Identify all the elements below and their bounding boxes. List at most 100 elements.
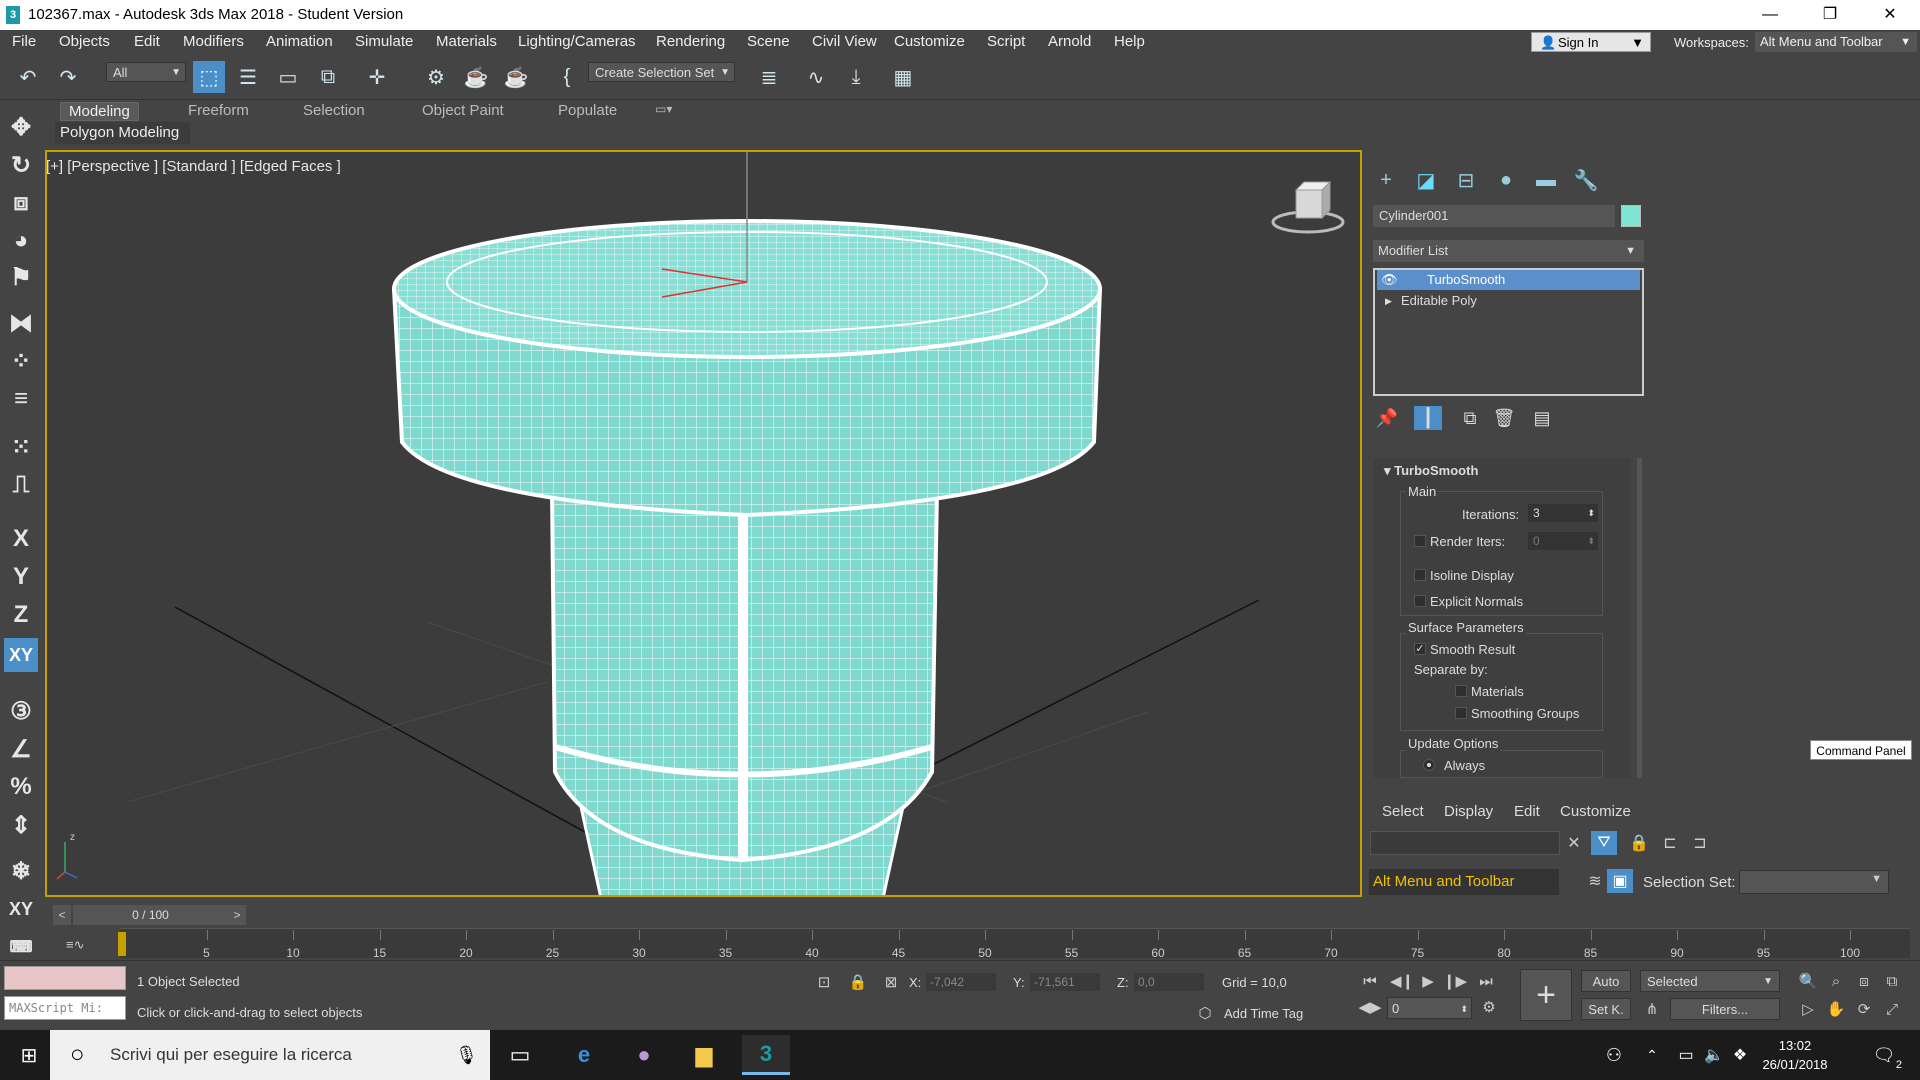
pivot-icon[interactable]: ⚑: [4, 260, 38, 294]
set-key-icon[interactable]: +: [1520, 969, 1572, 1021]
named-selection-icon[interactable]: {: [551, 61, 583, 93]
percent-snap-icon[interactable]: %: [4, 770, 38, 804]
field-of-view-icon[interactable]: ▷: [1797, 998, 1819, 1020]
smooth-result-checkbox[interactable]: ✓: [1414, 643, 1426, 655]
minimize-button[interactable]: —: [1740, 0, 1800, 30]
axis-y-button[interactable]: Y: [4, 560, 38, 594]
ribbon-options-icon[interactable]: ▭▾: [655, 102, 672, 116]
array-icon[interactable]: ⁘: [4, 344, 38, 378]
time-tag-icon[interactable]: ⬡: [1194, 1002, 1216, 1024]
menu-civil-view[interactable]: Civil View: [812, 33, 877, 50]
filter-icon[interactable]: ⛛: [1591, 831, 1617, 855]
workspaces-dropdown[interactable]: Alt Menu and Toolbar ▼: [1755, 32, 1917, 52]
select-move-icon[interactable]: ✛: [361, 61, 393, 93]
menu-lighting-cameras[interactable]: Lighting/Cameras: [518, 33, 636, 50]
select-object-icon[interactable]: ⬚: [193, 61, 225, 93]
windows-start-icon[interactable]: ⊞: [5, 1035, 53, 1075]
create-selection-set-dropdown[interactable]: Create Selection Set ▼: [588, 62, 735, 82]
axis-xy-button[interactable]: XY: [4, 638, 38, 672]
edge-browser-icon[interactable]: e: [560, 1035, 608, 1075]
set-key-button[interactable]: Set K.: [1581, 998, 1631, 1020]
file-explorer-icon[interactable]: ▆: [680, 1035, 728, 1075]
rollout-title[interactable]: ▾ TurboSmooth: [1384, 463, 1478, 479]
absolute-mode-icon[interactable]: ⊠: [880, 971, 902, 993]
tab-selection[interactable]: Selection: [303, 102, 365, 119]
menu-animation[interactable]: Animation: [266, 33, 333, 50]
measure-icon[interactable]: ⎍: [4, 468, 38, 502]
configure-sets-icon[interactable]: ▤: [1528, 406, 1556, 430]
layer-explorer-icon[interactable]: ≣: [753, 61, 785, 93]
github-icon[interactable]: ●: [620, 1035, 668, 1075]
zoom-extents-icon[interactable]: ⧈: [1853, 970, 1875, 992]
menu-rendering[interactable]: Rendering: [656, 33, 725, 50]
scene-explorer-icon[interactable]: ▣: [1607, 869, 1633, 893]
key-tangents-icon[interactable]: ⋔: [1641, 998, 1663, 1020]
make-unique-icon[interactable]: ⧉: [1456, 406, 1484, 430]
notifications-icon[interactable]: 🗨 2: [1860, 1035, 1908, 1075]
menu-materials[interactable]: Materials: [436, 33, 497, 50]
mirror-icon[interactable]: ⧓: [4, 306, 38, 340]
explorer-search-input[interactable]: [1370, 831, 1560, 855]
zoom-extents-all-icon[interactable]: ⧉: [1881, 970, 1903, 992]
maximize-viewport-icon[interactable]: ⤢: [1881, 998, 1903, 1020]
workspace-dropdown[interactable]: Alt Menu and Toolbar: [1369, 869, 1559, 895]
object-color-swatch[interactable]: [1621, 205, 1641, 227]
freeze-icon[interactable]: ❄: [4, 854, 38, 888]
lock-icon[interactable]: 🔒: [1626, 831, 1652, 855]
menu-customize[interactable]: Customize: [894, 33, 965, 50]
remove-modifier-icon[interactable]: 🗑: [1490, 406, 1518, 430]
material-editor-icon[interactable]: ▦: [887, 61, 919, 93]
isoline-display-checkbox[interactable]: [1414, 569, 1426, 581]
selection-lock-icon[interactable]: 🔒: [847, 971, 869, 993]
viewport-label[interactable]: [+] [Perspective ] [Standard ] [Edged Fa…: [46, 158, 341, 175]
app-icon[interactable]: 3: [6, 6, 20, 24]
hierarchy-tab-icon[interactable]: ⊟: [1451, 166, 1481, 194]
next-frame-arrow-icon[interactable]: >: [228, 905, 246, 925]
axis-x-button[interactable]: X: [4, 522, 38, 556]
y-coordinate-field[interactable]: -71,561: [1030, 973, 1100, 991]
task-view-icon[interactable]: ▭: [496, 1035, 544, 1075]
previous-frame-icon[interactable]: ◀❙: [1390, 970, 1414, 992]
mini-curve-editor-icon[interactable]: ≡∿: [66, 937, 84, 953]
tab-object-paint[interactable]: Object Paint: [422, 102, 504, 119]
taskbar-search-box[interactable]: ○ Scrivi qui per eseguire la ricerca 🎙: [50, 1030, 490, 1080]
maxscript-mini-listener[interactable]: MAXScript Mi:: [4, 996, 126, 1020]
tab-populate[interactable]: Populate: [558, 102, 617, 119]
motion-tab-icon[interactable]: ●: [1491, 166, 1521, 194]
menu-scene[interactable]: Scene: [747, 33, 790, 50]
viewcube-icon[interactable]: [1271, 180, 1345, 234]
timeline-track[interactable]: [120, 928, 1910, 958]
ribbon-panel-polygon-modeling[interactable]: Polygon Modeling: [55, 122, 190, 144]
go-to-start-icon[interactable]: ⏮: [1359, 970, 1381, 992]
stack-item-editable-poly[interactable]: ▶ Editable Poly: [1377, 291, 1640, 311]
menu-objects[interactable]: Objects: [59, 33, 110, 50]
curve-editor-icon[interactable]: ∿: [800, 61, 832, 93]
maxscript-listener-output[interactable]: [4, 966, 126, 990]
zoom-all-icon[interactable]: ⌕: [1825, 970, 1847, 992]
current-frame-field[interactable]: 0 ⬍: [1387, 997, 1472, 1019]
render-production-icon[interactable]: ☕: [500, 61, 532, 93]
time-config-icon[interactable]: ⚙: [1478, 996, 1500, 1018]
explorer-menu-edit[interactable]: Edit: [1514, 803, 1540, 820]
spinner-snap-icon[interactable]: ⇕: [4, 808, 38, 842]
rect-selection-icon[interactable]: ▭: [272, 61, 304, 93]
next-frame-icon[interactable]: ❙▶: [1443, 970, 1467, 992]
eye-icon[interactable]: 👁: [1381, 270, 1398, 290]
move-icon[interactable]: ✥: [4, 110, 38, 144]
select-by-name-icon[interactable]: ☰: [232, 61, 264, 93]
expand-arrow-icon[interactable]: ▶: [1385, 291, 1392, 311]
axis-z-button[interactable]: Z: [4, 598, 38, 632]
object-name-field[interactable]: Cylinder001: [1373, 205, 1615, 227]
x-coordinate-field[interactable]: -7,042: [926, 973, 996, 991]
z-coordinate-field[interactable]: 0,0: [1134, 973, 1204, 991]
3ds-max-icon[interactable]: 3: [742, 1035, 790, 1075]
selection-set-dropdown[interactable]: ▼: [1739, 870, 1889, 894]
create-tab-icon[interactable]: +: [1371, 166, 1401, 194]
materials-checkbox[interactable]: [1455, 685, 1467, 697]
playhead[interactable]: [118, 932, 126, 956]
scale-icon[interactable]: ⧈: [4, 186, 38, 220]
utilities-tab-icon[interactable]: 🔧: [1571, 166, 1601, 194]
filters-button[interactable]: Filters...: [1670, 998, 1780, 1020]
layers-icon[interactable]: ≋: [1582, 869, 1608, 893]
orbit-icon[interactable]: ⟳: [1853, 998, 1875, 1020]
